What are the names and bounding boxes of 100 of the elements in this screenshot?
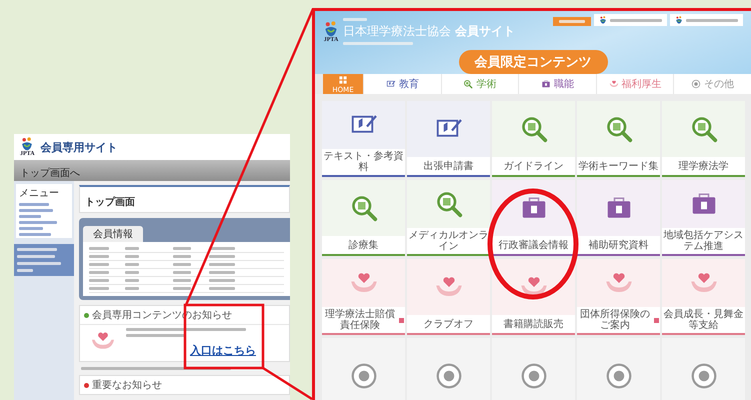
content-tile[interactable]: 診療集 xyxy=(322,180,405,256)
menu-heading: メニュー xyxy=(19,187,60,200)
hands-icon xyxy=(608,79,619,89)
people-logo-icon xyxy=(20,137,34,151)
tile-label: 出張申請書 xyxy=(424,160,474,172)
important-heading: 重要なお知らせ xyxy=(92,378,162,392)
content-tile[interactable]: 補助研究資料 xyxy=(577,180,660,256)
blurred-text xyxy=(209,255,235,258)
circle-icon xyxy=(688,361,718,391)
content-tile[interactable]: 団体所得保険のご案内 xyxy=(577,259,660,335)
content-tile[interactable] xyxy=(492,338,575,400)
grid-icon xyxy=(337,74,349,86)
blurred-text xyxy=(209,279,235,282)
magnifier-icon xyxy=(463,79,474,89)
blurred-text xyxy=(89,287,109,290)
blurred-text xyxy=(173,263,191,266)
bullet-icon xyxy=(84,312,89,318)
content-tile[interactable]: テキスト・参考資料 xyxy=(322,101,405,177)
banner-title: 会員限定コンテンツ xyxy=(458,50,608,74)
content-tile[interactable] xyxy=(407,338,490,400)
category-tab[interactable]: 教育 xyxy=(364,74,441,94)
content-tile[interactable]: 学術キーワード集 xyxy=(577,101,660,177)
tile-label: 学術キーワード集 xyxy=(578,160,658,172)
blurred-text xyxy=(559,20,585,23)
content-tile[interactable] xyxy=(577,338,660,400)
blurred-text xyxy=(173,279,191,282)
blurred-text xyxy=(89,271,109,274)
tile-label: 理学療法士賠償責任保険 xyxy=(324,309,396,331)
blurred-text xyxy=(89,263,109,266)
blurred-text xyxy=(17,248,57,251)
blurred-text xyxy=(89,247,109,250)
page-heading: トップ画面 xyxy=(85,197,135,208)
site-title: 日本理学療法士協会 会員サイト xyxy=(343,23,515,40)
content-tile[interactable]: 地域包括ケアシステム推進 xyxy=(662,180,745,256)
blurred-text xyxy=(343,42,413,45)
blurred-text xyxy=(19,227,43,230)
blurred-text xyxy=(125,255,139,258)
content-tile[interactable]: 会員成長・見舞金等支給 xyxy=(662,259,745,335)
tile-label: 会員成長・見舞金等支給 xyxy=(663,309,744,331)
blurred-text xyxy=(19,233,51,236)
tile-label: 地域包括ケアシステム推進 xyxy=(663,230,744,252)
notice-button[interactable] xyxy=(553,17,591,26)
site-link-button[interactable] xyxy=(670,14,743,26)
blurred-text xyxy=(125,263,139,266)
tile-label: 補助研究資料 xyxy=(588,240,648,250)
blurred-text xyxy=(173,247,191,250)
site-link-button[interactable] xyxy=(594,14,667,26)
blurred-text xyxy=(89,279,109,282)
content-tile[interactable]: 理学療法士賠償責任保険 xyxy=(322,259,405,335)
tile-label: 書籍購読販売 xyxy=(504,318,564,330)
category-tab[interactable]: 職能 xyxy=(519,74,596,94)
blurred-text xyxy=(17,269,33,272)
blurred-text xyxy=(19,215,41,218)
tile-label: 行政審議会情報 xyxy=(498,240,568,250)
circle-icon xyxy=(691,79,702,89)
content-tile[interactable]: ガイドライン xyxy=(492,101,575,177)
blurred-text xyxy=(125,247,139,250)
content-tile[interactable]: メディカルオンライン xyxy=(407,180,490,256)
blurred-text xyxy=(209,247,235,250)
blurred-text xyxy=(17,255,55,258)
blurred-text xyxy=(125,271,139,274)
entrance-link[interactable]: 入口はこちら xyxy=(190,343,256,358)
content-tile[interactable]: 出張申請書 xyxy=(407,101,490,177)
blurred-text xyxy=(125,279,139,282)
people-logo-icon xyxy=(323,20,339,36)
blurred-text xyxy=(209,287,235,290)
content-tile[interactable] xyxy=(322,338,405,400)
document-pen-icon xyxy=(386,79,396,89)
circle-icon xyxy=(348,361,378,391)
content-tile[interactable]: クラブオフ xyxy=(407,259,490,335)
blurred-text xyxy=(173,271,191,274)
blurred-text xyxy=(209,263,235,266)
blurred-text xyxy=(173,287,191,290)
site-title: 会員専用サイト xyxy=(40,140,118,154)
blurred-text xyxy=(173,255,191,258)
tile-label: テキスト・参考資料 xyxy=(323,151,404,173)
blurred-text xyxy=(126,334,186,337)
blurred-text xyxy=(343,18,367,21)
tile-label: ガイドライン xyxy=(504,160,564,172)
tile-label: 団体所得保険のご案内 xyxy=(579,309,651,331)
bullet-icon xyxy=(84,382,89,388)
people-logo-icon xyxy=(599,16,607,24)
circle-icon xyxy=(434,361,464,391)
blurred-text xyxy=(686,18,738,22)
content-tile[interactable]: 書籍購読販売 xyxy=(492,259,575,335)
people-logo-icon xyxy=(675,16,683,24)
top-page-link[interactable]: トップ画面へ xyxy=(20,168,80,179)
content-tile[interactable]: 理学療法学 xyxy=(662,101,745,177)
briefcase-icon xyxy=(540,79,551,89)
content-tile[interactable] xyxy=(662,338,745,400)
blurred-text xyxy=(19,209,53,212)
blurred-text xyxy=(89,255,109,258)
circle-icon xyxy=(604,361,634,391)
blurred-text xyxy=(610,18,662,22)
member-info-tab[interactable]: 会員情報 xyxy=(83,226,143,242)
blurred-text xyxy=(19,221,57,224)
blurred-text xyxy=(209,271,235,274)
blurred-text xyxy=(17,262,61,265)
tile-label: 理学療法学 xyxy=(678,160,728,172)
tile-label: メディカルオンライン xyxy=(408,230,489,252)
